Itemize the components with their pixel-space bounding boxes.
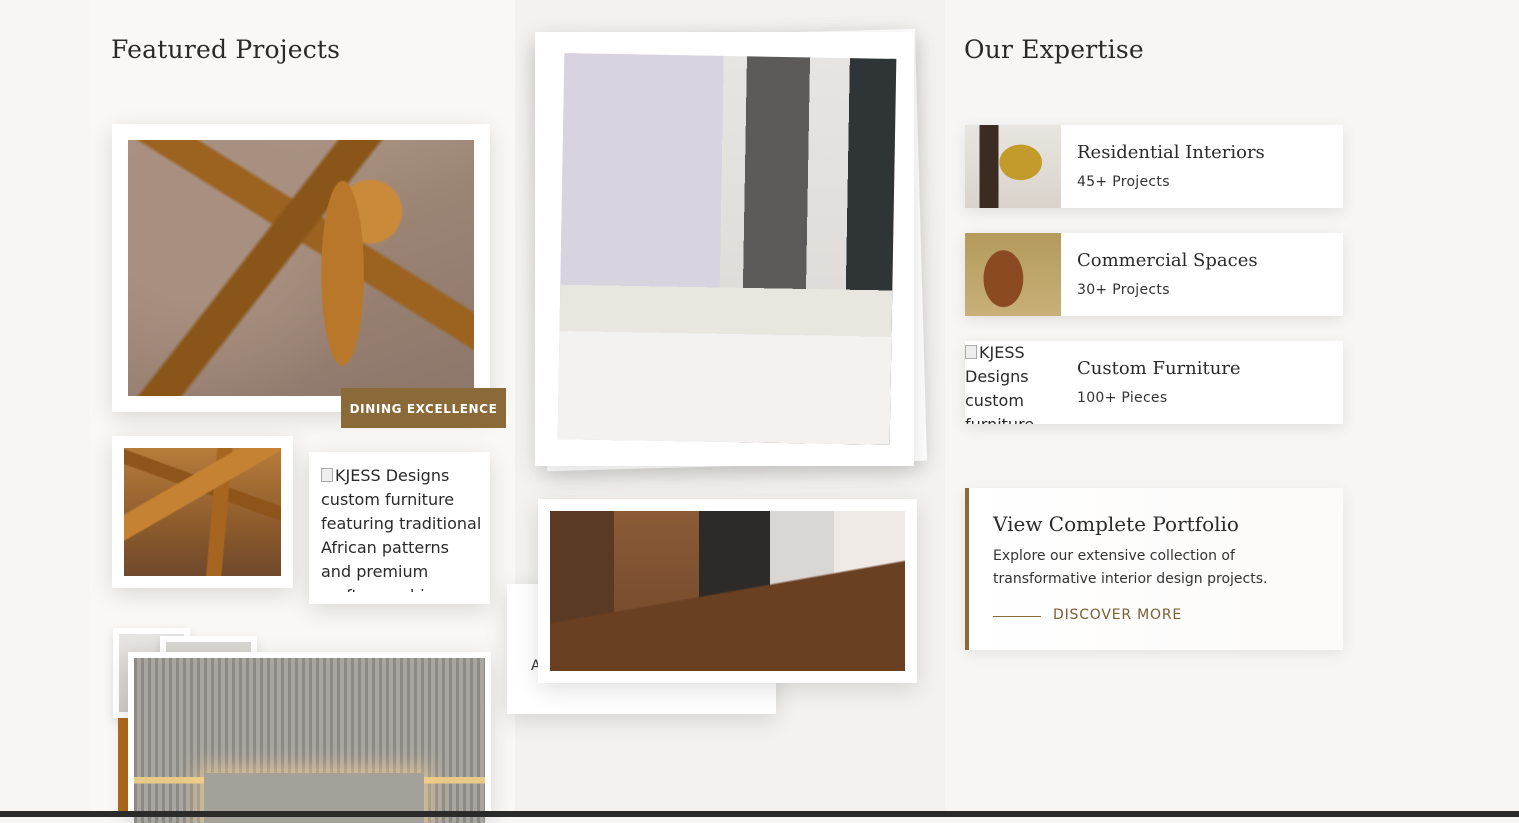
dining-excellence-badge: DINING EXCELLENCE [341, 388, 506, 428]
expertise-title: Commercial Spaces [1077, 250, 1258, 271]
portfolio-description: Explore our extensive collection of tran… [993, 548, 1268, 587]
residential-thumb-photo [965, 125, 1061, 208]
featured-project-card-living[interactable] [538, 499, 917, 683]
dining-chair-photo [128, 140, 474, 396]
living-room-photo [550, 511, 905, 671]
featured-project-card-custom[interactable]: KJESS Designs custom furniture featuring… [309, 452, 490, 604]
broken-image-alt-text: KJESS Designs custom furniture featuring… [321, 466, 482, 592]
expertise-card-residential[interactable]: Residential Interiors 45+ Projects [965, 125, 1343, 208]
expertise-card-custom-furniture[interactable]: KJESS Designs custom furniture Custom Fu… [965, 341, 1343, 424]
expertise-count: 30+ Projects [1077, 282, 1170, 298]
broken-image-icon [965, 345, 977, 359]
featured-projects-heading: Featured Projects [111, 35, 341, 64]
discover-line-decoration [993, 616, 1041, 617]
our-expertise-heading: Our Expertise [964, 35, 1144, 64]
chair-armrest-photo [124, 448, 281, 576]
expertise-count: 100+ Pieces [1077, 390, 1168, 406]
expertise-title: Custom Furniture [1077, 358, 1241, 379]
kitchen-photo [557, 53, 897, 445]
commercial-thumb-photo [965, 233, 1061, 316]
page-bottom-bar [0, 811, 1519, 817]
view-portfolio-card[interactable]: View Complete Portfolio Explore our exte… [965, 488, 1343, 650]
discover-more-link[interactable]: DISCOVER MORE [1053, 607, 1182, 623]
featured-project-card-wall[interactable] [128, 652, 491, 823]
portfolio-title: View Complete Portfolio [993, 512, 1239, 536]
custom-furniture-thumb-alt: KJESS Designs custom furniture [965, 343, 1034, 424]
slatted-wall-photo [134, 658, 485, 823]
featured-project-card-chair[interactable] [112, 436, 293, 588]
broken-image-icon [321, 468, 333, 482]
expertise-title: Residential Interiors [1077, 142, 1265, 163]
featured-project-card-kitchen[interactable] [535, 32, 914, 466]
expertise-card-commercial[interactable]: Commercial Spaces 30+ Projects [965, 233, 1343, 316]
featured-project-card-dining[interactable] [112, 124, 490, 412]
expertise-count: 45+ Projects [1077, 174, 1170, 190]
